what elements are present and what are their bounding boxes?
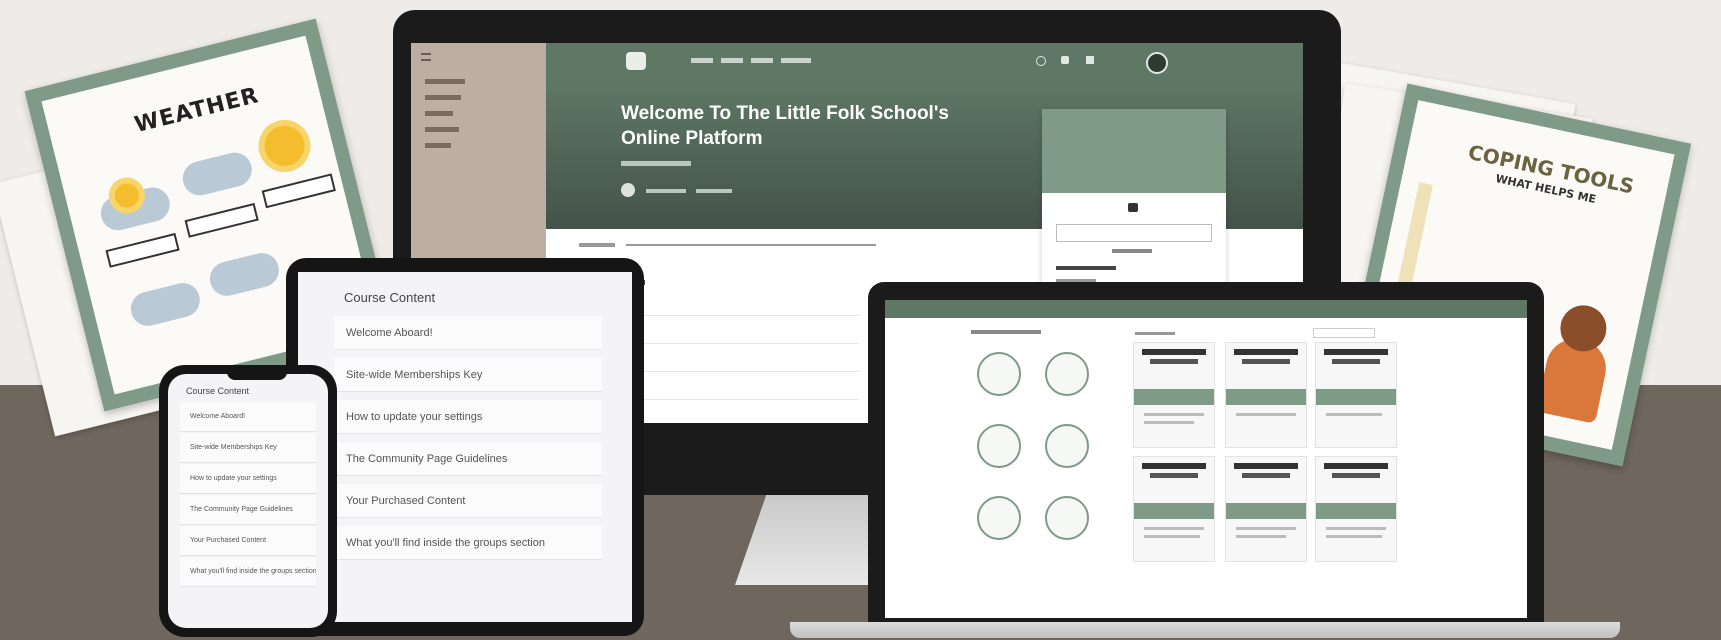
tablet-screen: Course Content Welcome Aboard! Site-wide…	[298, 272, 632, 622]
notification-icon[interactable]	[1061, 56, 1069, 64]
progress-label	[579, 243, 615, 247]
product-thumbnail[interactable]	[1133, 342, 1215, 448]
lesson-item[interactable]: Welcome Aboard!	[180, 402, 316, 432]
sun-icon	[260, 121, 309, 171]
course-content-heading: Course Content	[186, 386, 250, 396]
hero-subtitle	[621, 161, 691, 166]
snow-cloud-icon	[179, 149, 256, 199]
label-box	[184, 202, 259, 238]
sidebar-item[interactable]	[425, 79, 465, 84]
sidebar-item[interactable]	[425, 127, 459, 132]
results-label	[1135, 332, 1175, 335]
nav-link[interactable]	[721, 58, 743, 63]
top-navigation	[546, 43, 1303, 79]
nav-link[interactable]	[751, 58, 773, 63]
heart-category-icon[interactable]	[1045, 352, 1089, 396]
nav-link[interactable]	[781, 58, 811, 63]
clock-category-icon[interactable]	[977, 496, 1021, 540]
avatar[interactable]	[1146, 52, 1168, 74]
nav-link[interactable]	[691, 58, 713, 63]
worksheet-title: WEATHER	[132, 83, 262, 139]
card-image	[1042, 109, 1226, 193]
lesson-item[interactable]: The Community Page Guidelines	[180, 495, 316, 525]
book-category-icon[interactable]	[1045, 424, 1089, 468]
search-icon[interactable]	[1036, 56, 1046, 66]
course-card	[1042, 109, 1226, 309]
star-category-icon[interactable]	[1045, 496, 1089, 540]
lesson-item[interactable]: How to update your settings	[180, 464, 316, 494]
course-content-heading: Course Content	[344, 290, 436, 305]
cloud-icon	[206, 249, 283, 300]
sidebar-item[interactable]	[425, 111, 453, 116]
label-box	[261, 173, 336, 209]
sidebar-item[interactable]	[425, 143, 451, 148]
start-course-button[interactable]	[1056, 224, 1212, 242]
lock-icon	[1128, 203, 1138, 212]
author-name	[646, 189, 686, 193]
sidebar-item[interactable]	[425, 95, 461, 100]
product-thumbnail[interactable]	[1315, 342, 1397, 448]
pencil-category-icon[interactable]	[977, 352, 1021, 396]
lesson-item[interactable]: What you'll find inside the groups secti…	[180, 557, 316, 587]
product-thumbnail[interactable]	[1225, 342, 1307, 448]
laptop-top-navigation	[885, 300, 1527, 318]
product-thumbnail[interactable]	[1315, 456, 1397, 562]
ruler-category-icon[interactable]	[977, 424, 1021, 468]
card-text	[1112, 249, 1152, 253]
category-heading	[971, 330, 1041, 334]
menu-icon[interactable]	[421, 53, 431, 61]
phone-notch	[227, 368, 287, 380]
phone-screen: Course Content Welcome Aboard! Site-wide…	[168, 374, 328, 628]
lesson-item[interactable]: What you'll find inside the groups secti…	[334, 526, 602, 560]
author-avatar-icon	[621, 183, 635, 197]
lesson-item[interactable]: Your Purchased Content	[180, 526, 316, 556]
post-date	[696, 189, 732, 193]
product-thumbnail[interactable]	[1133, 456, 1215, 562]
product-thumbnail[interactable]	[1225, 456, 1307, 562]
sort-dropdown[interactable]	[1313, 328, 1375, 338]
laptop-base	[790, 622, 1620, 638]
lesson-item[interactable]: Your Purchased Content	[334, 484, 602, 518]
lesson-item[interactable]: The Community Page Guidelines	[334, 442, 602, 476]
course-includes-label	[1056, 266, 1116, 270]
hero-title: Welcome To The Little Folk School's Onli…	[621, 103, 949, 149]
rain-cloud-icon	[127, 279, 204, 330]
cart-icon[interactable]	[1086, 56, 1094, 64]
lesson-item[interactable]: How to update your settings	[334, 400, 602, 434]
lesson-item[interactable]: Site-wide Memberships Key	[180, 433, 316, 463]
progress-bar	[626, 244, 876, 246]
label-box	[105, 232, 180, 268]
laptop-screen	[885, 300, 1527, 618]
lesson-item[interactable]: Site-wide Memberships Key	[334, 358, 602, 392]
lesson-item[interactable]: Welcome Aboard!	[334, 316, 602, 350]
site-logo[interactable]	[626, 52, 646, 70]
